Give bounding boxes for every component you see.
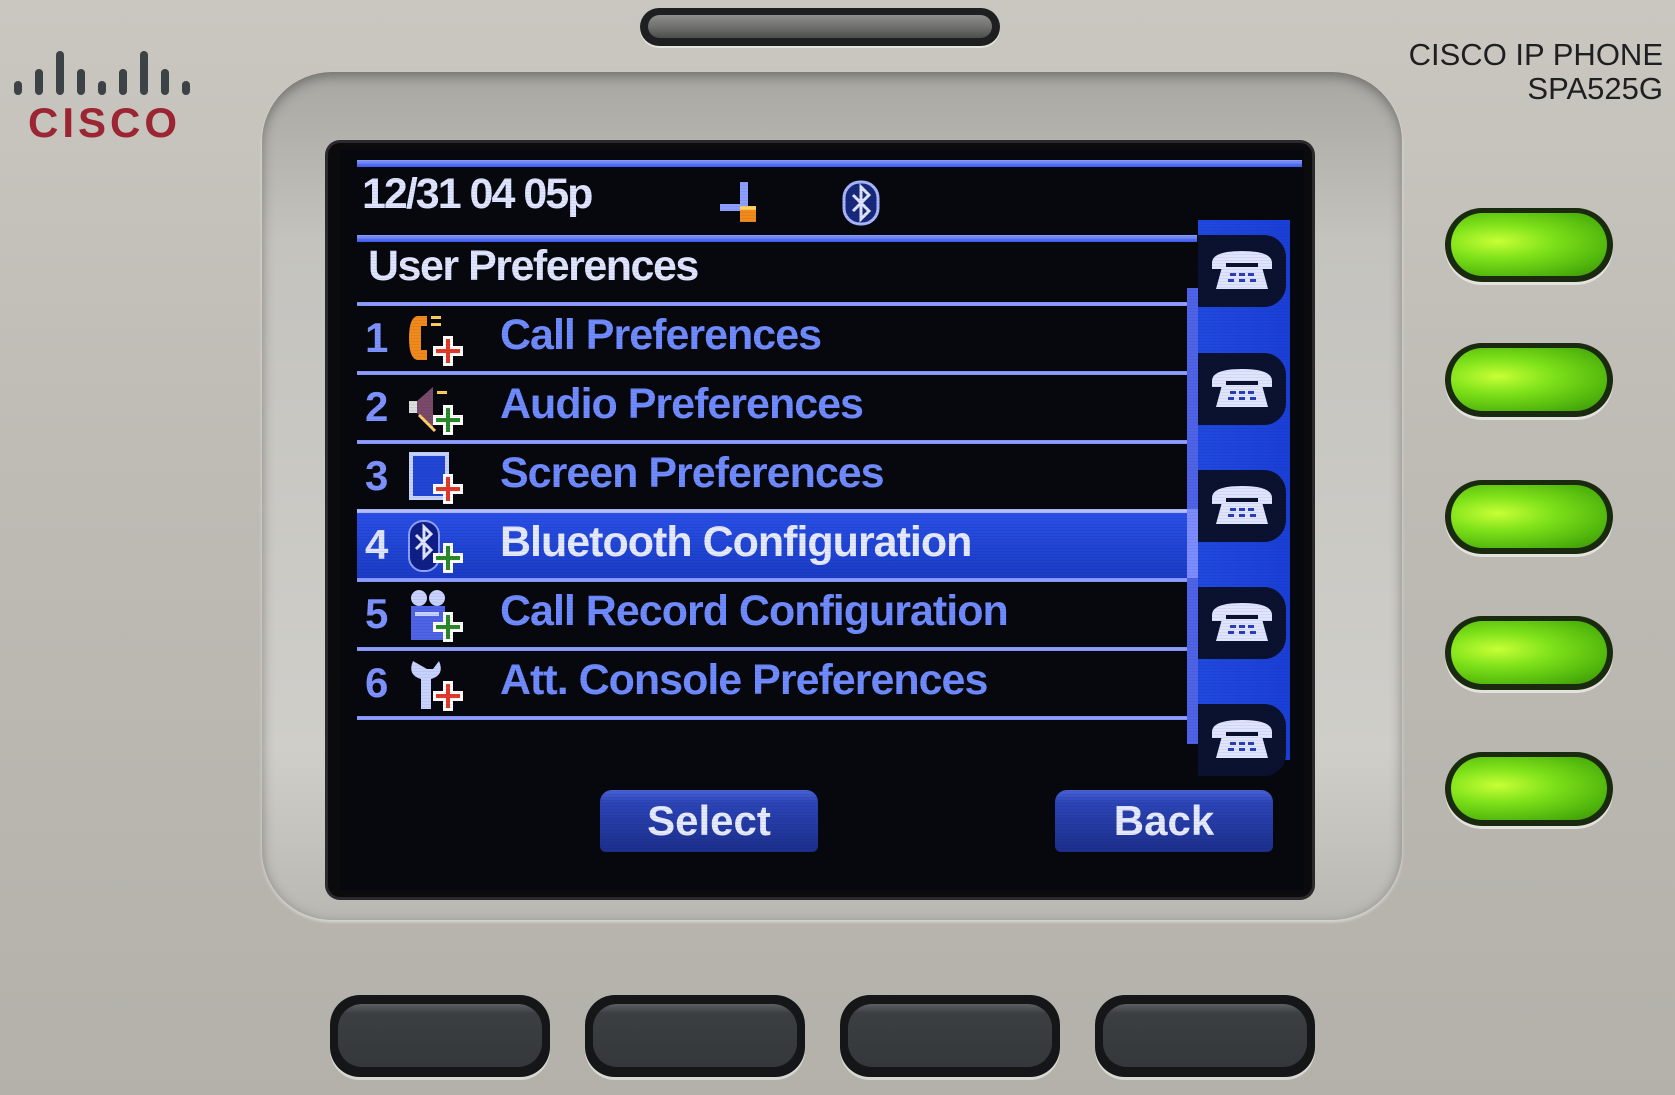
menu-item-bluetooth-configuration[interactable]: 4 Bluetooth Configuration xyxy=(357,509,1187,578)
phone-handset-icon xyxy=(1212,369,1272,407)
hardware-softkey-4[interactable] xyxy=(1095,995,1315,1077)
line-key-labels xyxy=(1198,220,1290,776)
call-record-icon xyxy=(411,590,463,642)
menu-item-number: 3 xyxy=(365,452,389,499)
scrollbar[interactable] xyxy=(1187,288,1198,744)
cisco-logo-bars-icon xyxy=(14,45,192,95)
phone-handset-icon xyxy=(1212,251,1272,289)
line-key-5[interactable] xyxy=(1445,752,1613,826)
hardware-softkey-2[interactable] xyxy=(585,995,805,1077)
back-softkey[interactable]: Back xyxy=(1055,790,1273,852)
hardware-softkey-3[interactable] xyxy=(840,995,1060,1077)
status-divider xyxy=(357,160,1302,167)
line-key-3[interactable] xyxy=(1445,480,1613,554)
call-preferences-icon xyxy=(409,316,463,366)
list-bottom-divider xyxy=(357,716,1187,720)
screen-preferences-icon xyxy=(409,452,463,504)
line-key-label-1 xyxy=(1198,235,1286,307)
menu-item-call-preferences[interactable]: 1 Call Preferences xyxy=(357,302,1187,371)
menu-item-screen-preferences[interactable]: 3 Screen Preferences xyxy=(357,440,1187,509)
line-key-2[interactable] xyxy=(1445,343,1613,417)
line-key-label-2 xyxy=(1198,353,1286,425)
status-datetime: 12/31 04 05p xyxy=(362,170,593,218)
handset-slot xyxy=(640,8,1000,46)
header-divider xyxy=(357,235,1197,242)
model-line-1: CISCO IP PHONE xyxy=(1408,37,1663,72)
menu-item-label: Att. Console Preferences xyxy=(500,656,988,704)
phone-handset-icon xyxy=(1212,603,1272,641)
menu-item-number: 6 xyxy=(365,659,389,706)
select-softkey[interactable]: Select xyxy=(600,790,818,852)
model-label: CISCO IP PHONE SPA525G xyxy=(1409,38,1663,106)
menu-item-audio-preferences[interactable]: 2 Audio Preferences xyxy=(357,371,1187,440)
lcd-screen: 12/31 04 05p User Preferences 1 Call Pre… xyxy=(340,150,1304,890)
bluetooth-icon xyxy=(842,180,880,226)
line-key-label-4 xyxy=(1198,587,1286,659)
menu-item-label: Screen Preferences xyxy=(500,449,885,497)
scroll-thumb[interactable] xyxy=(1187,509,1198,578)
audio-preferences-icon xyxy=(409,387,463,435)
network-icon xyxy=(720,182,756,222)
cisco-logo: CISCO xyxy=(10,45,195,146)
model-line-2: SPA525G xyxy=(1527,71,1663,106)
line-key-4[interactable] xyxy=(1445,616,1613,690)
hardware-softkey-1[interactable] xyxy=(330,995,550,1077)
bluetooth-config-icon xyxy=(408,520,463,573)
menu-item-label: Bluetooth Configuration xyxy=(500,518,972,566)
line-key-1[interactable] xyxy=(1445,208,1613,282)
console-preferences-icon xyxy=(411,661,463,711)
menu-item-number: 5 xyxy=(365,590,389,637)
menu-item-label: Call Preferences xyxy=(500,311,822,359)
phone-handset-icon xyxy=(1212,486,1272,524)
status-bar: 12/31 04 05p xyxy=(340,150,1304,232)
menu-item-number: 2 xyxy=(365,383,389,430)
menu-item-label: Audio Preferences xyxy=(500,380,864,428)
menu-item-number: 4 xyxy=(365,521,389,568)
page-title: User Preferences xyxy=(368,242,699,290)
cisco-wordmark: CISCO xyxy=(28,99,182,146)
menu-item-number: 1 xyxy=(365,314,389,361)
line-key-label-5 xyxy=(1198,704,1286,776)
phone-handset-icon xyxy=(1212,720,1272,758)
line-key-label-3 xyxy=(1198,470,1286,542)
menu-item-label: Call Record Configuration xyxy=(500,587,1009,635)
menu-item-call-record-configuration[interactable]: 5 Call Record Configuration xyxy=(357,578,1187,647)
menu-item-att-console-preferences[interactable]: 6 Att. Console Preferences xyxy=(357,647,1187,716)
menu-list: 1 Call Preferences 2 Audio Preferences 3… xyxy=(357,302,1187,720)
